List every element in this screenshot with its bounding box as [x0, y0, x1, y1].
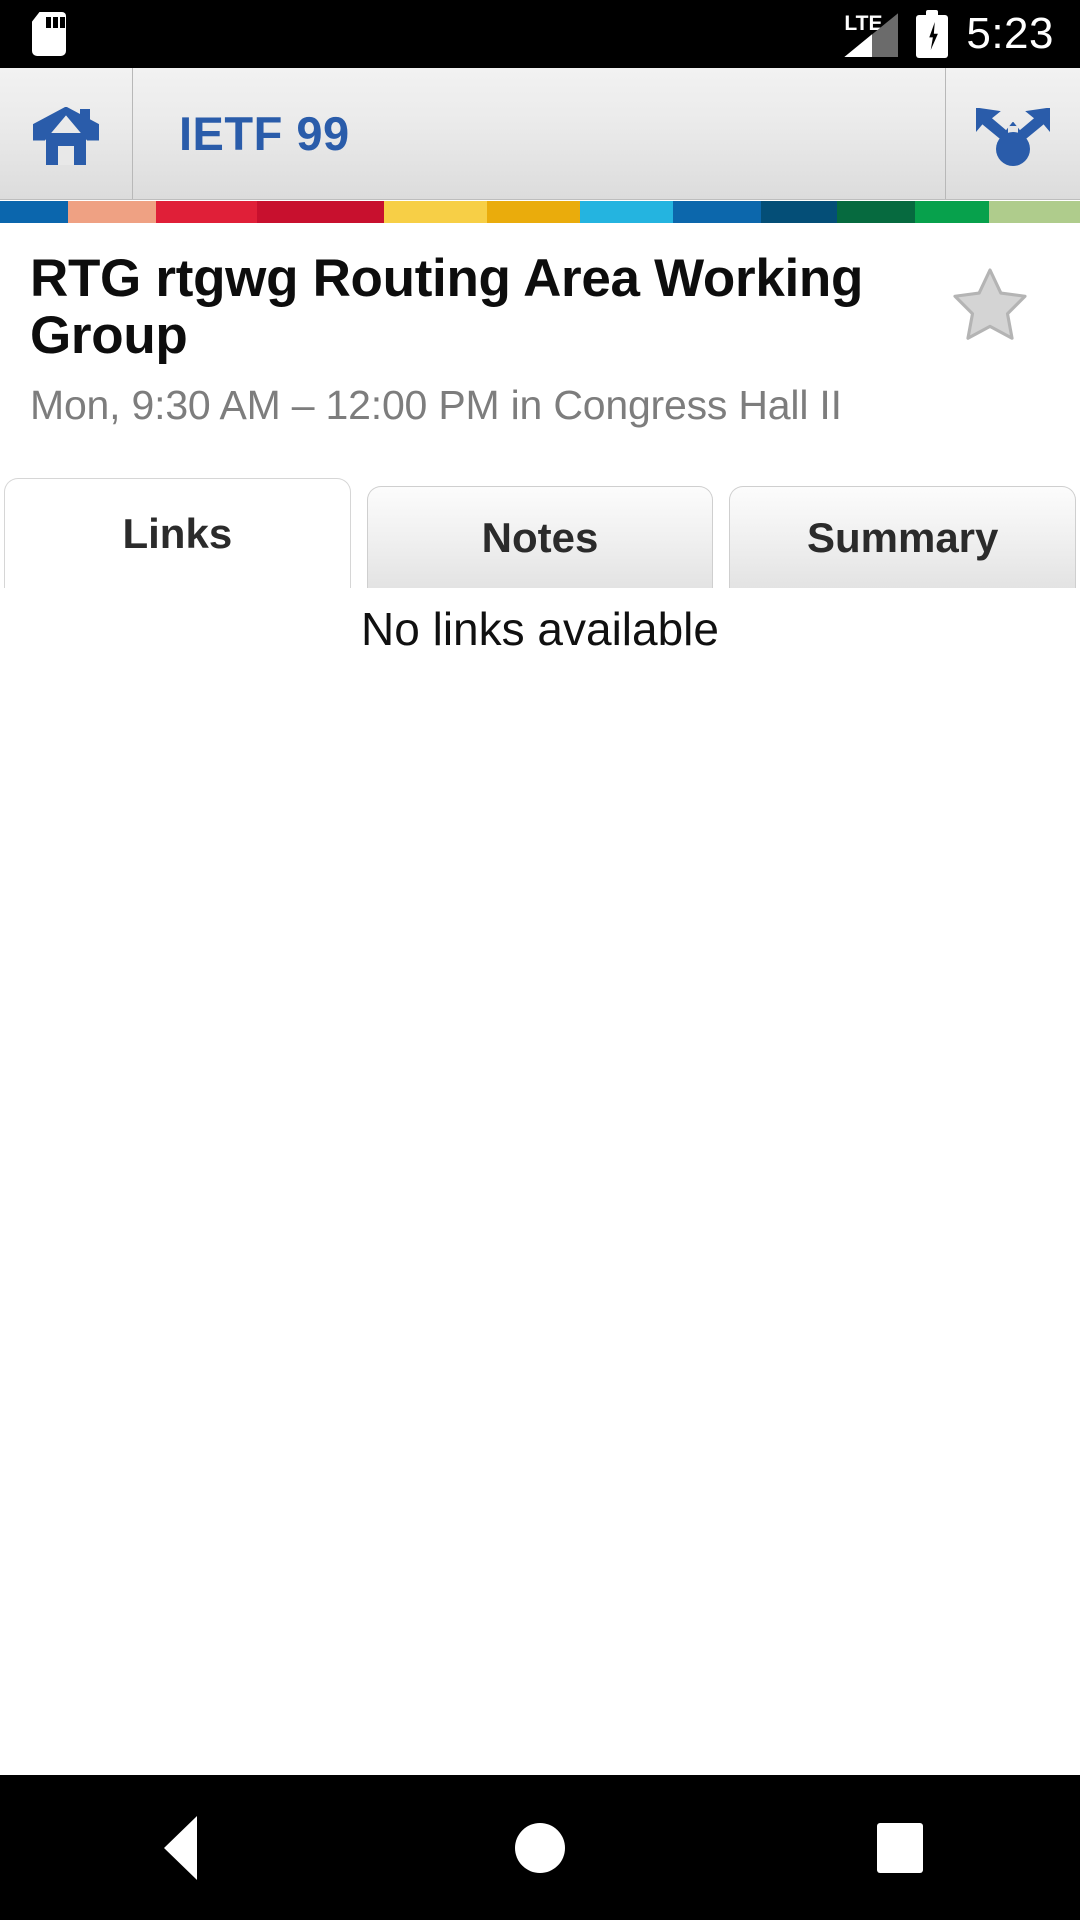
segment-blue: [0, 201, 69, 223]
segment-cyan: [579, 201, 673, 223]
status-bar-left: [0, 12, 66, 56]
nav-recents-button[interactable]: [810, 1775, 990, 1920]
status-bar-clock: 5:23: [966, 9, 1054, 58]
tab-label: Notes: [481, 513, 599, 561]
tab-content-panel: No links available: [0, 588, 1080, 1775]
event-title: RTG rtgwg Routing Area Working Group: [30, 249, 864, 365]
empty-state-message: No links available: [361, 603, 719, 655]
segment-sage: [989, 201, 1080, 223]
recents-square-icon: [877, 1822, 923, 1873]
tab-label: Summary: [806, 513, 999, 561]
sd-card-icon: [32, 12, 66, 56]
nav-home-button[interactable]: [450, 1775, 630, 1920]
tab-notes[interactable]: Notes: [366, 486, 714, 588]
home-button[interactable]: [0, 68, 133, 199]
status-bar: LTE 5:23: [0, 0, 1080, 68]
share-icon: [976, 102, 1050, 166]
area-color-strip: [0, 201, 1080, 223]
status-bar-right: LTE 5:23: [844, 10, 1080, 58]
network-indicator: LTE: [844, 11, 899, 57]
segment-yellow: [383, 201, 487, 223]
favorite-button[interactable]: [930, 251, 1050, 347]
segment-dark-green: [836, 201, 916, 223]
segment-green: [915, 201, 990, 223]
app-title: IETF 99: [179, 107, 350, 160]
back-triangle-icon: [163, 1815, 197, 1880]
home-icon: [33, 103, 99, 165]
segment-amber: [486, 201, 580, 223]
app-title-container[interactable]: IETF 99: [133, 68, 946, 199]
event-schedule: Mon, 9:30 AM – 12:00 PM in Congress Hall…: [30, 382, 842, 429]
tab-bar: Links Notes Summary: [0, 478, 1080, 588]
phone-screen: LTE 5:23 IETF 99 RTG rtgwg Routing Area …: [0, 0, 1080, 1920]
event-text-block: RTG rtgwg Routing Area Working Group Mon…: [30, 249, 930, 429]
share-button[interactable]: [946, 68, 1080, 199]
tab-links[interactable]: Links: [4, 478, 351, 588]
home-circle-icon: [515, 1822, 565, 1873]
tab-label: Links: [122, 509, 233, 557]
event-header: RTG rtgwg Routing Area Working Group Mon…: [0, 223, 1080, 429]
segment-red: [156, 201, 257, 223]
nav-back-button[interactable]: [90, 1775, 270, 1920]
segment-crimson: [256, 201, 384, 223]
segment-blue-2: [672, 201, 761, 223]
app-bar: IETF 99: [0, 68, 1080, 200]
star-outline-icon: [953, 268, 1027, 340]
segment-dark-teal: [760, 201, 837, 223]
android-nav-bar: [0, 1775, 1080, 1920]
battery-charging-icon: [916, 10, 949, 58]
segment-salmon: [68, 201, 157, 223]
tab-summary[interactable]: Summary: [729, 486, 1077, 588]
signal-bars-icon: [844, 11, 899, 57]
